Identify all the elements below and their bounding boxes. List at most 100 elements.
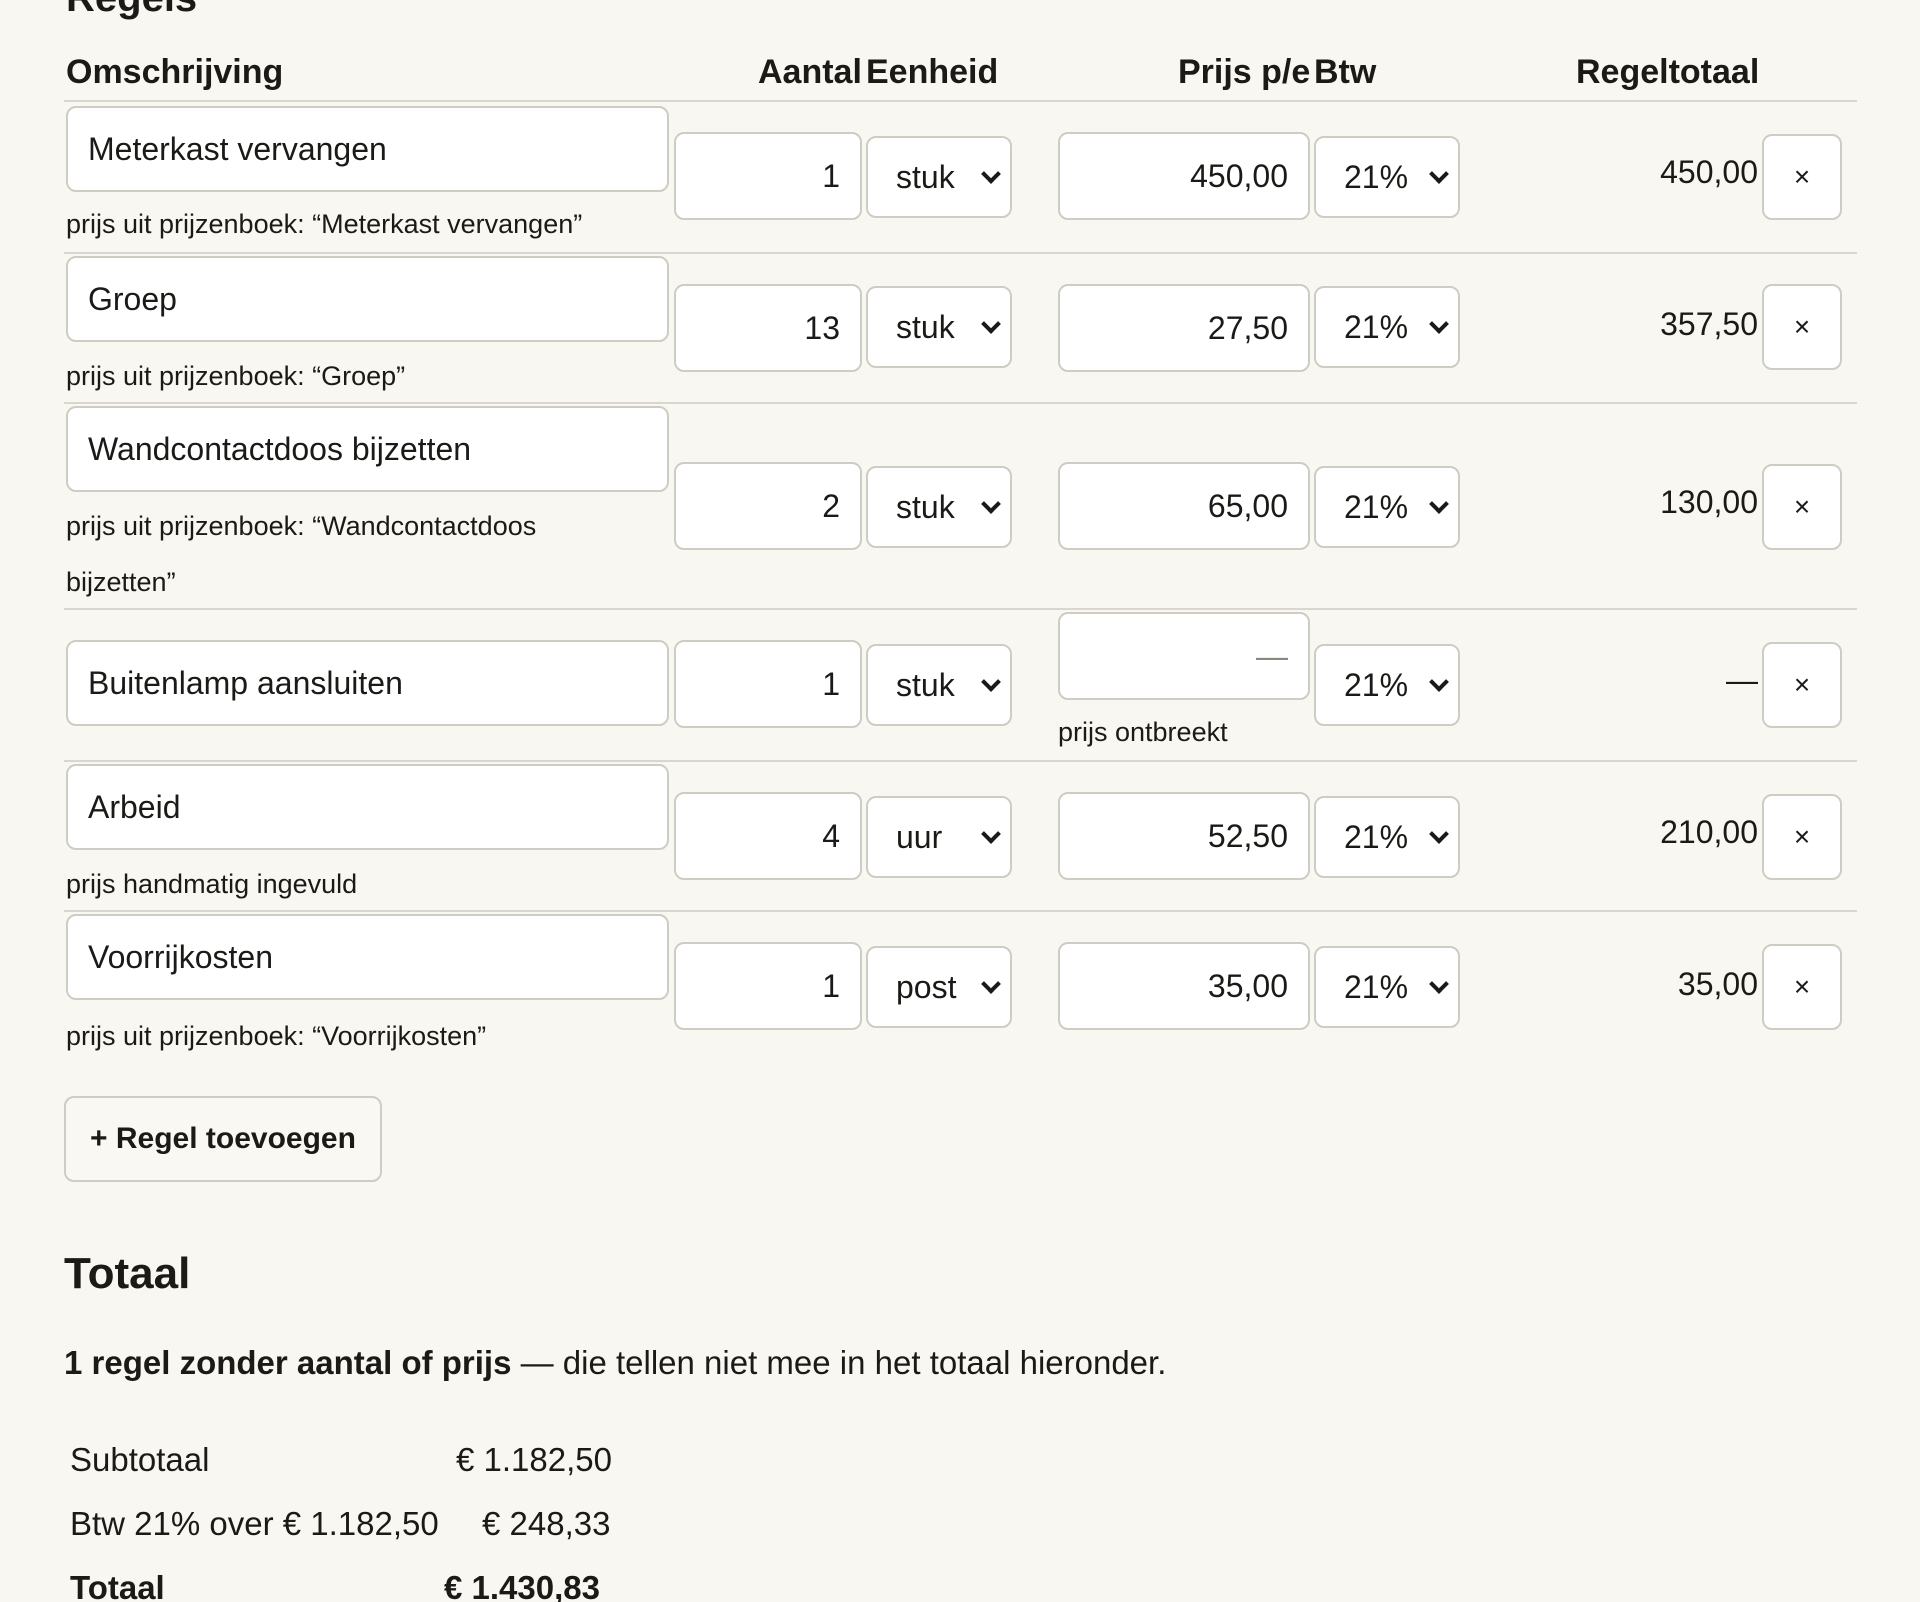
subtotal-value: € 1.182,50 (456, 1441, 612, 1478)
line-quantity-input[interactable] (674, 284, 862, 372)
line-quantity-input[interactable] (674, 462, 862, 550)
line-total: 450,00 (1660, 154, 1758, 190)
column-header-description: Omschrijving (66, 53, 284, 91)
line-vat-value: 21% (1344, 666, 1409, 703)
chevron-down-icon (1429, 824, 1449, 844)
line-price-input[interactable] (1058, 612, 1310, 700)
line-total: — (1726, 662, 1758, 698)
line-unit-select[interactable]: stuk (866, 136, 1012, 218)
line-quantity-input[interactable] (674, 792, 862, 880)
chevron-down-icon (1429, 974, 1449, 994)
chevron-down-icon (981, 672, 1001, 692)
line-vat-select[interactable]: 21% (1314, 286, 1460, 368)
line-total: 357,50 (1660, 306, 1758, 342)
line-price-note: prijs uit prijzenboek: “Wandcontactdoos … (66, 511, 537, 597)
warning-text: — die tellen niet mee in het totaal hier… (511, 1344, 1167, 1381)
line-vat-value: 21% (1344, 158, 1409, 195)
line-description-input[interactable] (66, 640, 669, 726)
vat-label: Btw 21% over € 1.182,50 (70, 1505, 439, 1542)
line-vat-select[interactable]: 21% (1314, 796, 1460, 878)
close-icon: × (1793, 311, 1811, 342)
remove-line-button[interactable]: × (1762, 794, 1842, 880)
section-title: Regels (66, 0, 197, 18)
line-total: 35,00 (1677, 966, 1758, 1002)
line-description-input[interactable] (66, 914, 669, 1000)
chevron-down-icon (981, 164, 1001, 184)
subtotal-label: Subtotaal (70, 1441, 210, 1478)
line-unit-value: uur (896, 818, 943, 855)
chevron-down-icon (1429, 494, 1449, 514)
line-unit-select[interactable]: stuk (866, 286, 1012, 368)
chevron-down-icon (1429, 672, 1449, 692)
line-price-note: prijs uit prijzenboek: “Groep” (66, 361, 406, 391)
line-price-note: prijs handmatig ingevuld (66, 869, 358, 899)
line-price-input[interactable] (1058, 942, 1310, 1030)
vat-value: € 248,33 (482, 1505, 611, 1542)
remove-line-button[interactable]: × (1762, 464, 1842, 550)
line-total: 210,00 (1660, 814, 1758, 850)
column-header-unit: Eenheid (866, 53, 999, 91)
chevron-down-icon (1429, 314, 1449, 334)
line-vat-value: 21% (1344, 818, 1409, 855)
remove-line-button[interactable]: × (1762, 944, 1842, 1030)
chevron-down-icon (981, 314, 1001, 334)
line-vat-value: 21% (1344, 968, 1409, 1005)
line-price-note: prijs uit prijzenboek: “Voorrijkosten” (66, 1021, 487, 1051)
column-header-vat: Btw (1314, 53, 1377, 91)
grand-total-value: € 1.430,83 (444, 1569, 600, 1602)
line-description-input[interactable] (66, 764, 669, 850)
line-quantity-input[interactable] (674, 132, 862, 220)
column-header-quantity: Aantal (758, 53, 862, 91)
quote-line: stuk 21% — × prijs ontbreekt (0, 610, 1920, 762)
totals-heading: Totaal (64, 1249, 191, 1298)
close-icon: × (1793, 821, 1811, 852)
line-vat-select[interactable]: 21% (1314, 466, 1460, 548)
chevron-down-icon (981, 974, 1001, 994)
remove-line-button[interactable]: × (1762, 284, 1842, 370)
close-icon: × (1793, 971, 1811, 1002)
remove-line-button[interactable]: × (1762, 134, 1842, 220)
line-vat-value: 21% (1344, 308, 1409, 345)
line-description-input[interactable] (66, 106, 669, 192)
close-icon: × (1793, 491, 1811, 522)
line-unit-select[interactable]: stuk (866, 466, 1012, 548)
column-header-line-total: Regeltotaal (1576, 53, 1760, 91)
line-unit-value: stuk (896, 308, 955, 345)
chevron-down-icon (1429, 164, 1449, 184)
line-unit-value: stuk (896, 666, 955, 703)
close-icon: × (1793, 161, 1811, 192)
quote-editor: Regels Omschrijving Aantal Eenheid Prijs… (0, 0, 1920, 1602)
add-line-button[interactable]: + Regel toevoegen (64, 1096, 382, 1182)
grand-total-label: Totaal (70, 1569, 165, 1602)
quote-line: uur 21% 210,00 × prijs handmatig ingevul… (0, 762, 1920, 912)
header-divider (64, 100, 1857, 102)
warning-count: 1 regel zonder aantal of prijs (64, 1344, 512, 1381)
incomplete-lines-warning: 1 regel zonder aantal of prijs — die tel… (64, 1338, 1166, 1388)
quote-line: post 21% 35,00 × prijs uit prijzenboek: … (0, 912, 1920, 1062)
line-description-input[interactable] (66, 406, 669, 492)
line-quantity-input[interactable] (674, 942, 862, 1030)
close-icon: × (1793, 669, 1811, 700)
line-unit-value: post (896, 968, 957, 1005)
line-vat-select[interactable]: 21% (1314, 136, 1460, 218)
column-header-price: Prijs p/e (1178, 53, 1311, 91)
quote-line: stuk 21% 130,00 × prijs uit prijzenboek:… (0, 404, 1920, 610)
line-price-note: prijs uit prijzenboek: “Meterkast vervan… (66, 209, 583, 239)
line-price-input[interactable] (1058, 132, 1310, 220)
line-price-input[interactable] (1058, 792, 1310, 880)
line-unit-value: stuk (896, 158, 955, 195)
line-unit-select[interactable]: post (866, 946, 1012, 1028)
remove-line-button[interactable]: × (1762, 642, 1842, 728)
line-price-input[interactable] (1058, 284, 1310, 372)
line-price-note: prijs ontbreekt (1058, 717, 1228, 747)
quote-line: stuk 21% 357,50 × prijs uit prijzenboek:… (0, 254, 1920, 404)
line-unit-value: stuk (896, 488, 955, 525)
line-price-input[interactable] (1058, 462, 1310, 550)
chevron-down-icon (981, 494, 1001, 514)
line-unit-select[interactable]: stuk (866, 644, 1012, 726)
line-vat-select[interactable]: 21% (1314, 946, 1460, 1028)
line-vat-value: 21% (1344, 488, 1409, 525)
line-quantity-input[interactable] (674, 640, 862, 728)
line-description-input[interactable] (66, 256, 669, 342)
line-unit-select[interactable]: uur (866, 796, 1012, 878)
